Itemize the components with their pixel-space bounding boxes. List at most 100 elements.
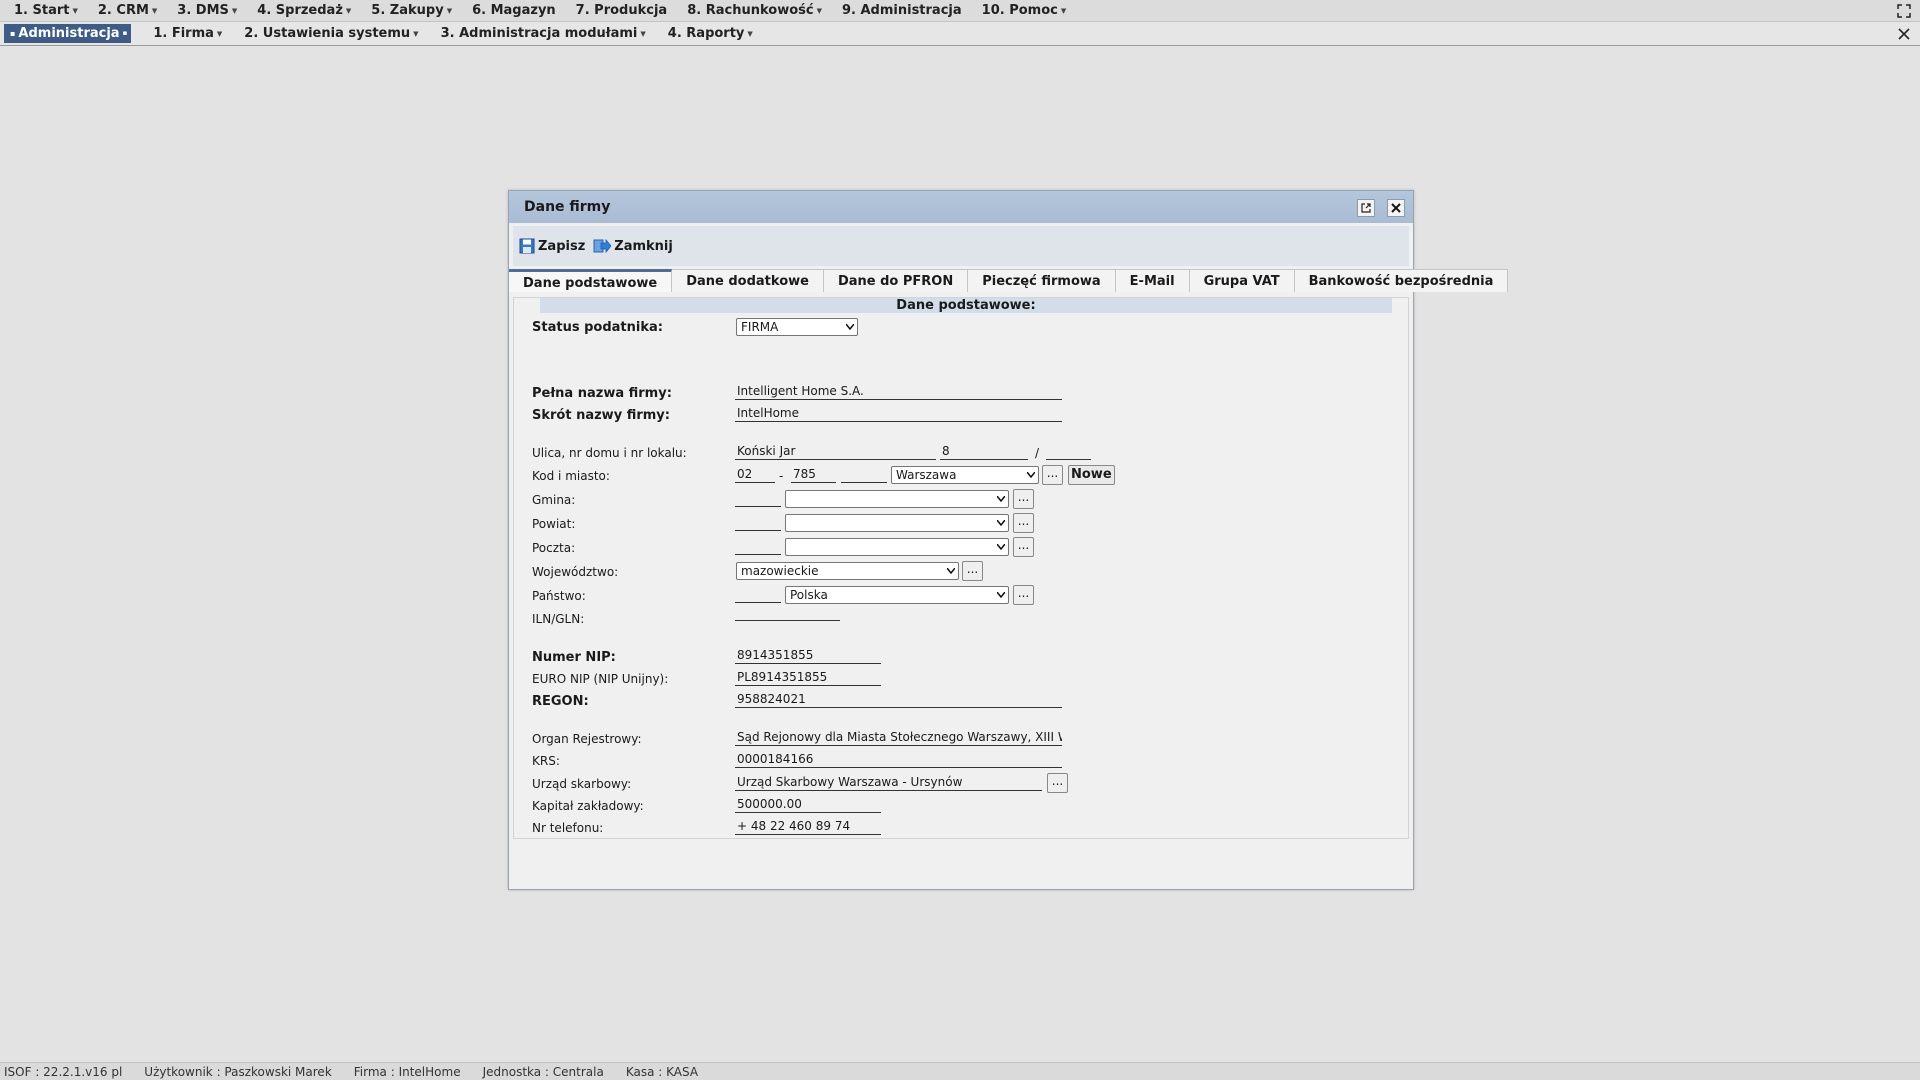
close-dialog-icon[interactable]: [1387, 199, 1405, 217]
basic-data-panel: Dane podstawowe: Status podatnika: FIRMA…: [513, 297, 1409, 839]
caret-down-icon: ▼: [231, 6, 238, 15]
urzad-field[interactable]: Urząd Skarbowy Warszawa - Ursynów: [735, 775, 1042, 791]
panstwo-label: Państwo:: [532, 589, 586, 603]
tab-bankowosc-bezposrednia[interactable]: Bankowość bezpośrednia: [1294, 269, 1509, 292]
status-cash: Kasa : KASA: [625, 1064, 699, 1079]
caret-down-icon: ▼: [1060, 6, 1067, 15]
postal-label: Kod i miasto:: [532, 469, 610, 483]
status-firm: Firma : IntelHome: [353, 1064, 461, 1079]
submenu-administracja-active[interactable]: ▪ Administracja ▪: [4, 24, 132, 43]
short-name-field[interactable]: IntelHome: [735, 406, 1062, 422]
wojewodztwo-label: Województwo:: [532, 565, 619, 579]
wojewodztwo-lookup-button[interactable]: ...: [962, 561, 983, 581]
slash-separator: /: [1035, 446, 1040, 460]
status-unit: Jednostka : Centrala: [482, 1064, 604, 1079]
submenu-administracja-modulami[interactable]: 3. Administracja modułami ▼: [441, 26, 646, 41]
chevron-down-icon: [947, 568, 955, 574]
flat-number-field[interactable]: [1046, 444, 1091, 460]
menu-magazyn[interactable]: 6. Magazyn: [458, 3, 556, 18]
dialog-tabs: Dane podstawowe Dane dodatkowe Dane do P…: [509, 269, 1509, 292]
sub-menubar: ▪ Administracja ▪ 1. Firma ▼ 2. Ustawieni…: [0, 22, 1920, 46]
dialog-title-bar[interactable]: Dane firmy: [509, 191, 1413, 223]
floppy-disk-icon: [519, 238, 535, 254]
status-bar: ISOF : 22.2.1.v16 pl Użytkownik : Paszko…: [0, 1062, 1920, 1080]
chevron-down-icon: [997, 496, 1005, 502]
caret-down-icon: ▪: [122, 29, 128, 37]
caret-down-icon: ▼: [747, 29, 753, 38]
full-name-field[interactable]: Intelligent Home S.A.: [735, 384, 1062, 400]
urzad-lookup-button[interactable]: ...: [1047, 773, 1068, 793]
postal-code-part2[interactable]: 785: [791, 467, 836, 483]
save-button[interactable]: Zapisz: [519, 238, 585, 254]
powiat-lookup-button[interactable]: ...: [1013, 513, 1034, 533]
organ-label: Organ Rejestrowy:: [532, 732, 642, 746]
close-button[interactable]: Zamknij: [593, 238, 673, 254]
postal-code-part3[interactable]: [841, 467, 887, 483]
iln-gln-field[interactable]: [735, 605, 840, 621]
dialog-title: Dane firmy: [524, 199, 611, 215]
chevron-down-icon: [997, 544, 1005, 550]
menu-produkcja[interactable]: 7. Produkcja: [562, 3, 668, 18]
panstwo-code-field[interactable]: [735, 587, 781, 603]
tab-dane-do-pfron[interactable]: Dane do PFRON: [823, 269, 969, 292]
menu-crm[interactable]: 2. CRM ▼: [84, 3, 157, 18]
menu-sprzedaz[interactable]: 4. Sprzedaż ▼: [243, 3, 351, 18]
submenu-firma[interactable]: 1. Firma ▼: [153, 26, 222, 41]
tab-dane-podstawowe[interactable]: Dane podstawowe: [509, 269, 673, 292]
caret-down-icon: ▼: [151, 6, 158, 15]
menu-dms[interactable]: 3. DMS ▼: [163, 3, 237, 18]
krs-field[interactable]: 0000184166: [735, 752, 1062, 768]
panstwo-select[interactable]: Polska: [785, 586, 1009, 604]
powiat-code-field[interactable]: [735, 515, 781, 531]
telefon-label: Nr telefonu:: [532, 821, 604, 835]
chevron-down-icon: [997, 592, 1005, 598]
house-number-field[interactable]: 8: [940, 444, 1028, 460]
nip-field[interactable]: 8914351855: [735, 648, 881, 664]
city-lookup-button[interactable]: ...: [1042, 465, 1063, 485]
caret-down-icon: ▼: [345, 6, 352, 15]
menu-zakupy[interactable]: 5. Zakupy ▼: [357, 3, 452, 18]
telefon-field[interactable]: + 48 22 460 89 74: [735, 819, 881, 835]
poczta-lookup-button[interactable]: ...: [1013, 537, 1034, 557]
gmina-code-field[interactable]: [735, 491, 781, 507]
tab-pieczec-firmowa[interactable]: Pieczęć firmowa: [968, 269, 1116, 292]
organ-field[interactable]: Sąd Rejonowy dla Miasta Stołecznego Wars…: [735, 730, 1062, 746]
popout-icon[interactable]: [1357, 199, 1375, 217]
city-select-value: Warszawa: [896, 468, 957, 482]
tab-email[interactable]: E-Mail: [1115, 269, 1190, 292]
fullscreen-icon[interactable]: [1896, 3, 1912, 19]
new-city-button[interactable]: Nowe: [1068, 465, 1115, 485]
menu-pomoc[interactable]: 10. Pomoc ▼: [968, 3, 1067, 18]
caret-down-icon: ▼: [72, 6, 78, 15]
poczta-select[interactable]: [785, 538, 1009, 556]
tab-grupa-vat[interactable]: Grupa VAT: [1189, 269, 1295, 292]
poczta-code-field[interactable]: [735, 539, 781, 555]
caret-down-icon: ▼: [413, 29, 419, 38]
caret-down-icon: ▼: [640, 29, 646, 38]
street-field[interactable]: Koński Jar: [735, 444, 936, 460]
close-icon[interactable]: [1896, 26, 1912, 42]
kapital-field[interactable]: 500000.00: [735, 797, 881, 813]
gmina-select[interactable]: [785, 490, 1009, 508]
status-select[interactable]: FIRMA: [736, 318, 858, 336]
submenu-ustawienia-systemu[interactable]: 2. Ustawienia systemu ▼: [244, 26, 418, 41]
chevron-down-icon: [997, 520, 1005, 526]
menu-administracja[interactable]: 9. Administracja: [828, 3, 962, 18]
menu-rachunkowosc[interactable]: 8. Rachunkowość ▼: [673, 3, 822, 18]
euro-nip-field[interactable]: PL8914351855: [735, 670, 881, 686]
bullet-icon: ▪: [10, 28, 16, 38]
exit-arrow-icon: [593, 238, 612, 254]
city-select[interactable]: Warszawa: [891, 466, 1039, 484]
regon-field[interactable]: 958824021: [735, 692, 1062, 708]
wojewodztwo-select[interactable]: mazowieckie: [736, 562, 959, 580]
powiat-select[interactable]: [785, 514, 1009, 532]
postal-code-part1[interactable]: 02: [735, 467, 775, 483]
company-data-dialog: Dane firmy Zapisz Zamknij Dane podstawow…: [508, 190, 1509, 890]
postal-dash: -: [779, 469, 784, 483]
submenu-raporty[interactable]: 4. Raporty ▼: [668, 26, 753, 41]
panstwo-lookup-button[interactable]: ...: [1013, 585, 1034, 605]
dialog-toolbar: Zapisz Zamknij: [513, 226, 1409, 266]
tab-dane-dodatkowe[interactable]: Dane dodatkowe: [672, 269, 824, 292]
menu-start[interactable]: 1. Start ▼: [0, 3, 78, 18]
gmina-lookup-button[interactable]: ...: [1013, 489, 1034, 509]
